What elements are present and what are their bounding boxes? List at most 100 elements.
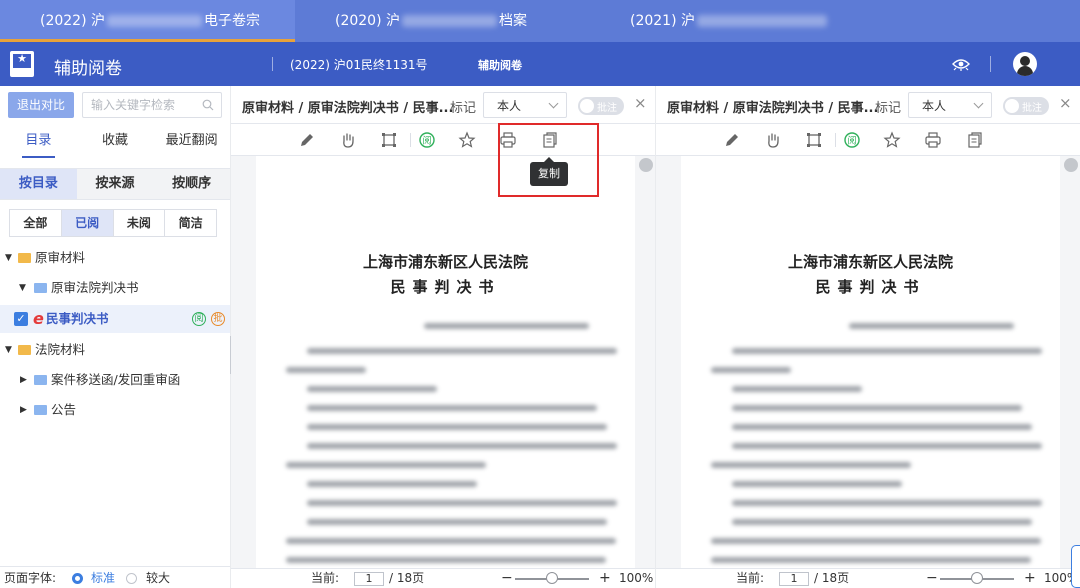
eye-icon[interactable]: [952, 57, 970, 71]
mark-label: 标记: [875, 101, 902, 116]
sidebar: 退出对比 目录 收藏 最近翻阅 按目录 按来源 按顺序 全部 已阅 未阅 简洁 …: [0, 86, 230, 588]
redacted-line: [732, 500, 1042, 506]
pane-footer: 当前: 1 / 18页 − + 100%: [231, 568, 655, 588]
divider: [410, 133, 411, 147]
checkbox-checked-icon[interactable]: ✓: [14, 312, 28, 326]
radio-standard[interactable]: [72, 573, 83, 584]
hand-icon[interactable]: [764, 131, 782, 149]
filter-unread[interactable]: 未阅: [114, 210, 166, 236]
redacted-line: [711, 557, 1031, 563]
case-tab-prefix: (2021) 沪: [630, 13, 696, 29]
caret-down-icon[interactable]: ▼: [5, 244, 12, 272]
person-select[interactable]: 本人: [908, 92, 992, 118]
tree-item-transfer-letter[interactable]: ▶ 案件移送函/发回重审函: [0, 366, 230, 394]
court-name: 上海市浦东新区人民法院: [362, 253, 528, 271]
zoom-in-button[interactable]: +: [599, 569, 611, 588]
option-standard-label: 标准: [91, 571, 116, 585]
caret-down-icon[interactable]: ▼: [5, 336, 12, 364]
caret-right-icon[interactable]: ▶: [20, 366, 27, 394]
person-select[interactable]: 本人: [483, 92, 567, 118]
caret-down-icon[interactable]: ▼: [19, 274, 26, 302]
user-avatar[interactable]: [1013, 52, 1037, 76]
filter-read[interactable]: 已阅: [61, 210, 114, 236]
case-tab-suffix: 档案: [499, 13, 528, 29]
zoom-slider-thumb[interactable]: [971, 572, 983, 584]
close-icon[interactable]: ×: [1059, 94, 1072, 112]
filter-all[interactable]: 全部: [10, 210, 62, 236]
crop-select-icon[interactable]: [380, 131, 398, 149]
case-tab-prefix: (2022) 沪: [40, 13, 106, 29]
page-total: / 18页: [389, 571, 425, 585]
crop-select-icon[interactable]: [805, 131, 823, 149]
tree-item-original-materials[interactable]: ▼ 原审材料: [0, 244, 230, 272]
document-page: 上海市浦东新区人民法院 民事判决书: [681, 156, 1060, 570]
mode-by-catalog[interactable]: 按目录: [0, 169, 77, 199]
page-input[interactable]: 1: [779, 572, 809, 586]
redacted-text: [107, 15, 203, 27]
mode-by-source[interactable]: 按来源: [77, 169, 154, 199]
star-icon[interactable]: [458, 131, 476, 149]
divider: [272, 57, 273, 71]
search-box: [82, 92, 222, 118]
redacted-line: [307, 519, 607, 525]
redacted-line: [307, 443, 617, 449]
breadcrumb: 原审材料 / 原审法院判决书 / 民事...: [667, 101, 879, 116]
case-number: (2022) 沪01民终1131号: [290, 58, 428, 72]
divider: [835, 133, 836, 147]
tree-item-original-judgment[interactable]: ▼ 原审法院判决书: [0, 274, 230, 302]
radio-large[interactable]: [126, 573, 137, 584]
pane-header: 原审材料 / 原审法院判决书 / 民事... 标记 本人 批注 ×: [656, 86, 1080, 124]
hand-icon[interactable]: [339, 131, 357, 149]
redacted-line: [732, 348, 1042, 354]
mark-label: 标记: [450, 101, 477, 116]
pencil-icon[interactable]: [298, 131, 316, 149]
redacted-line: [732, 519, 1032, 525]
zoom-slider-thumb[interactable]: [546, 572, 558, 584]
zoom-out-button[interactable]: −: [501, 569, 513, 588]
case-tab-1[interactable]: (2022) 沪 电子卷宗: [0, 0, 295, 42]
annotation-toggle[interactable]: 批注: [1003, 97, 1049, 115]
case-tab-2[interactable]: (2020) 沪 档案: [295, 0, 590, 42]
redacted-line: [286, 557, 606, 563]
redacted-line: [286, 462, 486, 468]
page-total: / 18页: [814, 571, 850, 585]
filter-compact[interactable]: 简洁: [165, 210, 216, 236]
chevron-down-icon: [548, 98, 559, 109]
zoom-out-button[interactable]: −: [926, 569, 938, 588]
tree-item-civil-judgment[interactable]: ✓ e 民事判决书 阅 批: [0, 305, 230, 333]
redacted-line: [307, 386, 437, 392]
page-input[interactable]: 1: [354, 572, 384, 586]
redacted-line: [286, 538, 616, 544]
scrollbar-thumb[interactable]: [1064, 158, 1078, 172]
sidebar-tabs: 目录 收藏 最近翻阅: [0, 126, 230, 158]
tab-recent[interactable]: 最近翻阅: [153, 126, 230, 158]
read-status-icon[interactable]: 阅: [843, 131, 861, 149]
case-tab-prefix: (2020) 沪: [335, 13, 401, 29]
search-input[interactable]: [91, 97, 196, 113]
star-icon[interactable]: [883, 131, 901, 149]
print-icon[interactable]: [924, 131, 942, 149]
annotation-toggle[interactable]: 批注: [578, 97, 624, 115]
zoom-in-button[interactable]: +: [1024, 569, 1036, 588]
app-header: ★ 辅助阅卷 (2022) 沪01民终1131号 辅助阅卷: [0, 42, 1080, 86]
tab-favorites[interactable]: 收藏: [77, 126, 154, 158]
exit-compare-button[interactable]: 退出对比: [8, 92, 74, 118]
pencil-icon[interactable]: [723, 131, 741, 149]
tree-item-label: 案件移送函/发回重审函: [51, 372, 181, 387]
read-status-icon[interactable]: 阅: [418, 131, 436, 149]
redacted-line: [424, 323, 589, 329]
side-panel-tab[interactable]: [1071, 545, 1080, 588]
search-icon[interactable]: [202, 99, 214, 111]
pane-header: 原审材料 / 原审法院判决书 / 民事... 标记 本人 批注 ×: [231, 86, 655, 124]
case-tab-3[interactable]: (2021) 沪: [590, 0, 885, 42]
mode-by-order[interactable]: 按顺序: [153, 169, 230, 199]
close-icon[interactable]: ×: [634, 94, 647, 112]
redacted-line: [732, 443, 1042, 449]
read-filter-row: 全部 已阅 未阅 简洁: [9, 209, 217, 237]
copy-icon[interactable]: [965, 131, 983, 149]
tree-item-announcement[interactable]: ▶ 公告: [0, 396, 230, 424]
caret-right-icon[interactable]: ▶: [20, 396, 27, 424]
tab-catalog[interactable]: 目录: [0, 126, 77, 158]
scrollbar-thumb[interactable]: [639, 158, 653, 172]
tree-item-court-materials[interactable]: ▼ 法院材料: [0, 336, 230, 364]
